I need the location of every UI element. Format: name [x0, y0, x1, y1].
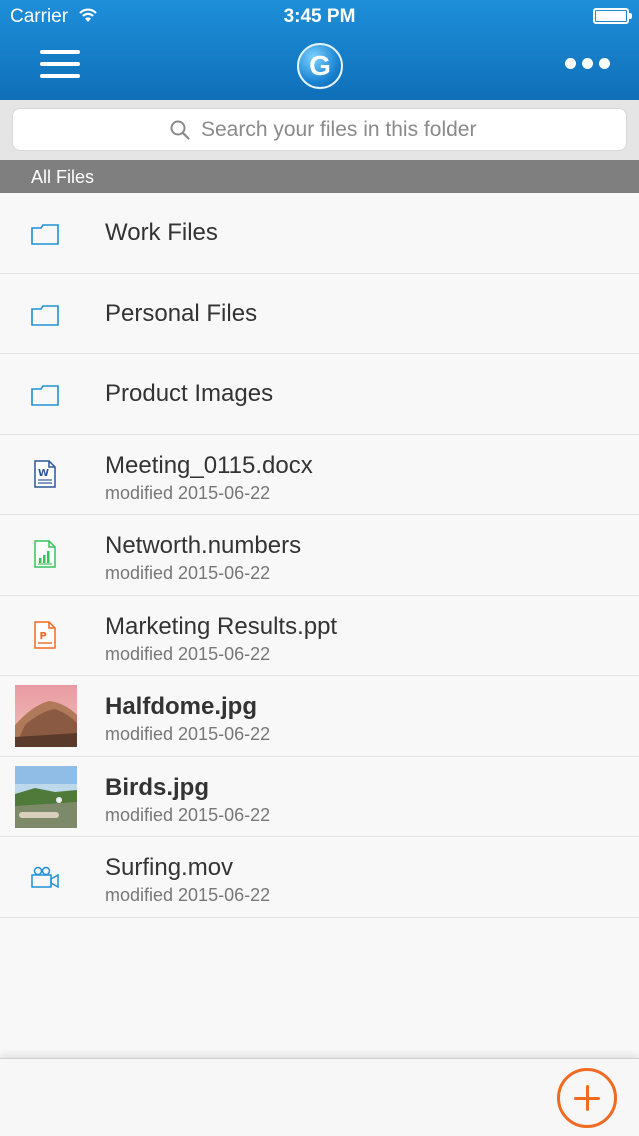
- search-icon: [170, 120, 190, 140]
- list-item-folder[interactable]: Personal Files: [0, 273, 639, 354]
- app-header: Carrier 3:45 PM G: [0, 0, 639, 100]
- powerpoint-icon: P: [34, 620, 56, 649]
- hamburger-icon-bar: [40, 62, 80, 66]
- spreadsheet-icon: [34, 540, 56, 568]
- list-item-folder[interactable]: Product Images: [0, 354, 639, 435]
- section-header-all-files: All Files: [0, 160, 639, 193]
- hamburger-icon-bar: [40, 74, 80, 78]
- ellipsis-dot-icon: [565, 58, 576, 69]
- ellipsis-dot-icon: [582, 58, 593, 69]
- list-item-file[interactable]: Surfing.mov modified 2015-06-22: [0, 837, 639, 918]
- file-modified-date: modified 2015-06-22: [105, 724, 271, 744]
- add-button[interactable]: [557, 1068, 617, 1128]
- battery-icon: [593, 8, 632, 24]
- hamburger-icon-bar: [40, 50, 80, 54]
- app-logo-icon: G: [297, 43, 343, 89]
- file-name: Product Images: [105, 380, 274, 407]
- folder-icon: [31, 224, 59, 245]
- menu-button[interactable]: [40, 50, 82, 80]
- search-area: [0, 100, 639, 160]
- word-document-icon: W: [34, 459, 56, 488]
- image-thumbnail: [15, 685, 77, 747]
- svg-text:P: P: [40, 631, 47, 642]
- list-item-file[interactable]: Networth.numbers modified 2015-06-22: [0, 515, 639, 596]
- file-modified-date: modified 2015-06-22: [105, 482, 271, 503]
- bottom-toolbar: [0, 1058, 639, 1136]
- video-camera-icon: [31, 866, 59, 889]
- list-item-file[interactable]: W Meeting_0115.docx modified 2015-06-22: [0, 434, 639, 515]
- search-input[interactable]: [199, 115, 599, 145]
- file-name: Surfing.mov: [105, 854, 234, 881]
- status-time: 3:45 PM: [283, 6, 356, 27]
- ellipsis-dot-icon: [599, 58, 610, 69]
- file-modified-date: modified 2015-06-22: [105, 885, 271, 905]
- file-name: Networth.numbers: [105, 532, 302, 559]
- image-thumbnail: [15, 765, 77, 828]
- status-bar: Carrier 3:45 PM: [0, 0, 639, 34]
- folder-icon: [31, 304, 59, 326]
- list-item-file[interactable]: Halfdome.jpg modified 2015-06-22: [0, 676, 639, 757]
- list-item-folder[interactable]: Work Files: [0, 193, 639, 274]
- file-name: Personal Files: [105, 299, 258, 327]
- file-name: Halfdome.jpg: [105, 693, 258, 720]
- file-name: Birds.jpg: [105, 773, 210, 801]
- file-modified-date: modified 2015-06-22: [105, 643, 271, 664]
- file-list: Work Files Personal Files Product Images…: [0, 193, 639, 918]
- file-name: Marketing Results.ppt: [105, 612, 338, 640]
- file-modified-date: modified 2015-06-22: [105, 804, 271, 825]
- search-box[interactable]: [12, 108, 627, 151]
- file-name: Meeting_0115.docx: [105, 451, 313, 479]
- svg-text:W: W: [38, 468, 49, 479]
- more-options-button[interactable]: [565, 57, 610, 71]
- file-name: Work Files: [105, 219, 218, 246]
- file-modified-date: modified 2015-06-22: [105, 563, 271, 583]
- list-item-file[interactable]: P Marketing Results.ppt modified 2015-06…: [0, 595, 639, 676]
- folder-icon: [31, 385, 59, 406]
- list-item-file[interactable]: Birds.jpg modified 2015-06-22: [0, 756, 639, 837]
